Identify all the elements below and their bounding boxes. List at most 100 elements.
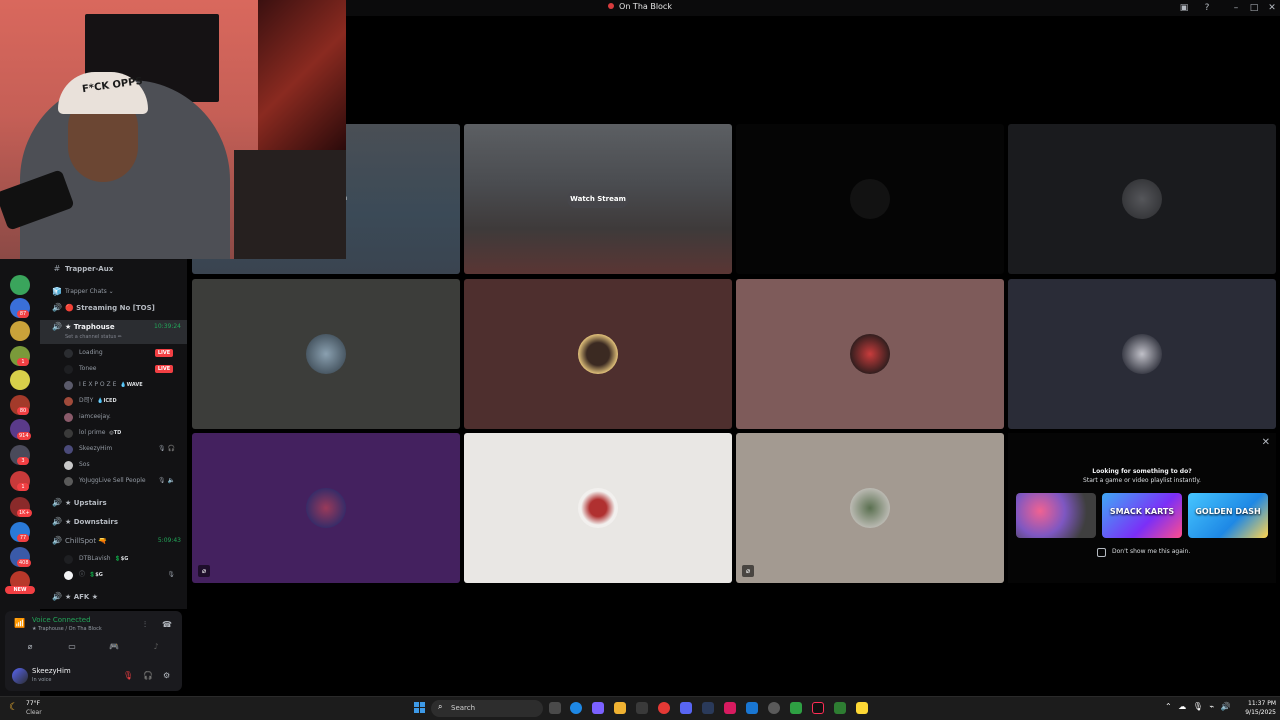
voice-member[interactable]: I E X P O Z E 💧WAVE	[64, 378, 187, 392]
new-servers-badge[interactable]: NEW	[5, 586, 35, 594]
stream-tile-2[interactable]: Watch Stream	[464, 124, 732, 274]
excel-icon[interactable]	[834, 702, 846, 714]
noise-suppression-icon[interactable]: ⫶	[144, 620, 146, 630]
video-tile-4[interactable]	[1008, 124, 1276, 274]
avatar	[64, 445, 73, 454]
deafen-icon[interactable]: 🎧	[143, 671, 153, 680]
sticky-notes-icon[interactable]	[856, 702, 868, 714]
participant-avatar	[1122, 179, 1162, 219]
video-tile-8[interactable]	[1008, 279, 1276, 429]
voice-connected-status[interactable]: Voice Connected	[32, 616, 91, 624]
file-explorer-icon[interactable]	[614, 702, 626, 714]
text-channel-icon: #	[53, 264, 61, 273]
signal-icon[interactable]: 📶	[14, 619, 25, 629]
windows-taskbar: ☾ 77°F Clear ⌕ Search ⌃ ☁ 🎙 ⌁ 🔊 11:37 PM…	[0, 696, 1280, 720]
channel-upstairs[interactable]: 🔊 ★ Upstairs	[40, 496, 187, 510]
maximize-icon[interactable]: □	[1248, 2, 1260, 14]
voice-member[interactable]: Sos	[64, 458, 187, 472]
voice-member[interactable]: lol prime ◎TD	[64, 426, 187, 440]
app-icon[interactable]	[790, 702, 802, 714]
participant-avatar	[850, 488, 890, 528]
activities-button[interactable]: 🎮	[97, 639, 131, 655]
avatar	[64, 365, 73, 374]
activity-game-smack-karts[interactable]: SMACK KARTS	[1102, 493, 1182, 538]
channel-streaming-no[interactable]: 🔊 🔴 Streaming No [TOS]	[40, 301, 187, 315]
chrome-icon[interactable]	[658, 702, 670, 714]
avatar	[64, 349, 73, 358]
avatar[interactable]	[12, 668, 28, 684]
camera-off-button[interactable]: ⌀	[13, 639, 47, 655]
task-view-icon[interactable]	[549, 702, 561, 714]
taskbar-search[interactable]: ⌕ Search	[431, 700, 543, 717]
video-tile-3[interactable]	[736, 124, 1004, 274]
voice-member[interactable]: Loading LIVE	[64, 346, 187, 360]
speaker-icon: 🔊	[52, 517, 62, 526]
video-tile-11[interactable]: ⌀	[736, 433, 1004, 583]
voice-member[interactable]: ⓘ 💲$G 🎙	[64, 568, 187, 582]
username[interactable]: SkeezyHim	[32, 667, 71, 675]
voice-member[interactable]: SkeezyHim 🎙 🎧	[64, 442, 187, 456]
edge-icon[interactable]	[570, 702, 582, 714]
category-trapper-chats[interactable]: 🧊 Trapper Chats ⌄	[40, 285, 187, 299]
voice-member[interactable]: Tonee LIVE	[64, 362, 187, 376]
soundboard-button[interactable]: ♪	[139, 639, 173, 655]
participant-avatar	[850, 179, 890, 219]
channel-chillspot[interactable]: 🔊 ChillSpot 🔫 5:09:43	[40, 534, 187, 548]
video-tile-9[interactable]: ⌀	[192, 433, 460, 583]
server-icon[interactable]	[10, 321, 30, 341]
screen-share-button[interactable]: ▭	[55, 639, 89, 655]
copilot-icon[interactable]	[592, 702, 604, 714]
start-button[interactable]	[414, 702, 426, 714]
user-panel: 📶 Voice Connected ★ Traphouse / On Tha B…	[5, 611, 182, 691]
activity-game-golden-dash[interactable]: GOLDEN DASH	[1188, 493, 1268, 538]
channel-status[interactable]: Set a channel status ✏	[65, 330, 122, 344]
participant-avatar	[306, 488, 346, 528]
voice-member[interactable]: D司Y 💧ICED	[64, 394, 187, 408]
voice-location[interactable]: ★ Traphouse / On Tha Block	[32, 626, 102, 632]
server-icon[interactable]	[10, 370, 30, 390]
avatar	[64, 413, 73, 422]
weather-icon[interactable]: ☾	[9, 702, 18, 713]
voice-member[interactable]: DTBLavish 💲$G	[64, 552, 187, 566]
settings-icon[interactable]	[768, 702, 780, 714]
clock-time[interactable]: 11:37 PM	[1236, 700, 1276, 707]
instagram-icon[interactable]	[724, 702, 736, 714]
weather-temperature[interactable]: 77°F	[26, 700, 40, 707]
gear-icon[interactable]: ⚙	[163, 671, 170, 680]
channel-afk[interactable]: 🔊 ★ AFK ★	[40, 590, 187, 604]
minimize-icon[interactable]: –	[1230, 2, 1242, 14]
channel-traphouse[interactable]: 🔊 ★ Traphouse 10:39:24 Set a channel sta…	[40, 320, 187, 344]
clock-date[interactable]: 9/15/2025	[1236, 709, 1276, 716]
avatar	[64, 381, 73, 390]
inbox-icon[interactable]: ▣	[1178, 2, 1190, 14]
channel-downstairs[interactable]: 🔊 ★ Downstairs	[40, 515, 187, 529]
close-icon[interactable]: ✕	[1266, 2, 1278, 14]
server-icon[interactable]	[10, 275, 30, 295]
app-icon[interactable]	[746, 702, 758, 714]
video-tile-5[interactable]	[192, 279, 460, 429]
live-badge: LIVE	[155, 365, 173, 373]
help-icon[interactable]: ?	[1201, 2, 1213, 14]
server-badge: 408	[17, 559, 31, 567]
discord-icon[interactable]	[680, 702, 692, 714]
steam-icon[interactable]	[702, 702, 714, 714]
mic-muted-icon: ⌀	[742, 565, 754, 577]
disconnect-icon[interactable]: ☎	[162, 620, 172, 629]
video-tile-10[interactable]	[464, 433, 732, 583]
dont-show-checkbox[interactable]	[1097, 548, 1106, 557]
video-tile-7[interactable]	[736, 279, 1004, 429]
member-tag: 💧WAVE	[120, 382, 143, 388]
system-tray[interactable]: ⌃ ☁ 🎙 ⌁ 🔊	[1165, 702, 1233, 711]
voice-member[interactable]: iamceejay.	[64, 410, 187, 424]
store-icon[interactable]	[636, 702, 648, 714]
channel-trapper-aux[interactable]: # Trapper-Aux	[40, 262, 187, 276]
tiktok-icon[interactable]	[812, 702, 824, 714]
watch-stream-button[interactable]: Watch Stream	[567, 190, 629, 208]
search-icon: ⌕	[438, 702, 443, 711]
close-icon[interactable]: ✕	[1262, 437, 1270, 448]
video-tile-6[interactable]	[464, 279, 732, 429]
activity-game-1[interactable]	[1016, 493, 1096, 538]
voice-member[interactable]: YoJuggLive Sell People 🎙 🔈	[64, 474, 187, 488]
mic-muted-icon[interactable]: 🎙	[123, 671, 133, 680]
server-badge: 77	[17, 534, 29, 542]
